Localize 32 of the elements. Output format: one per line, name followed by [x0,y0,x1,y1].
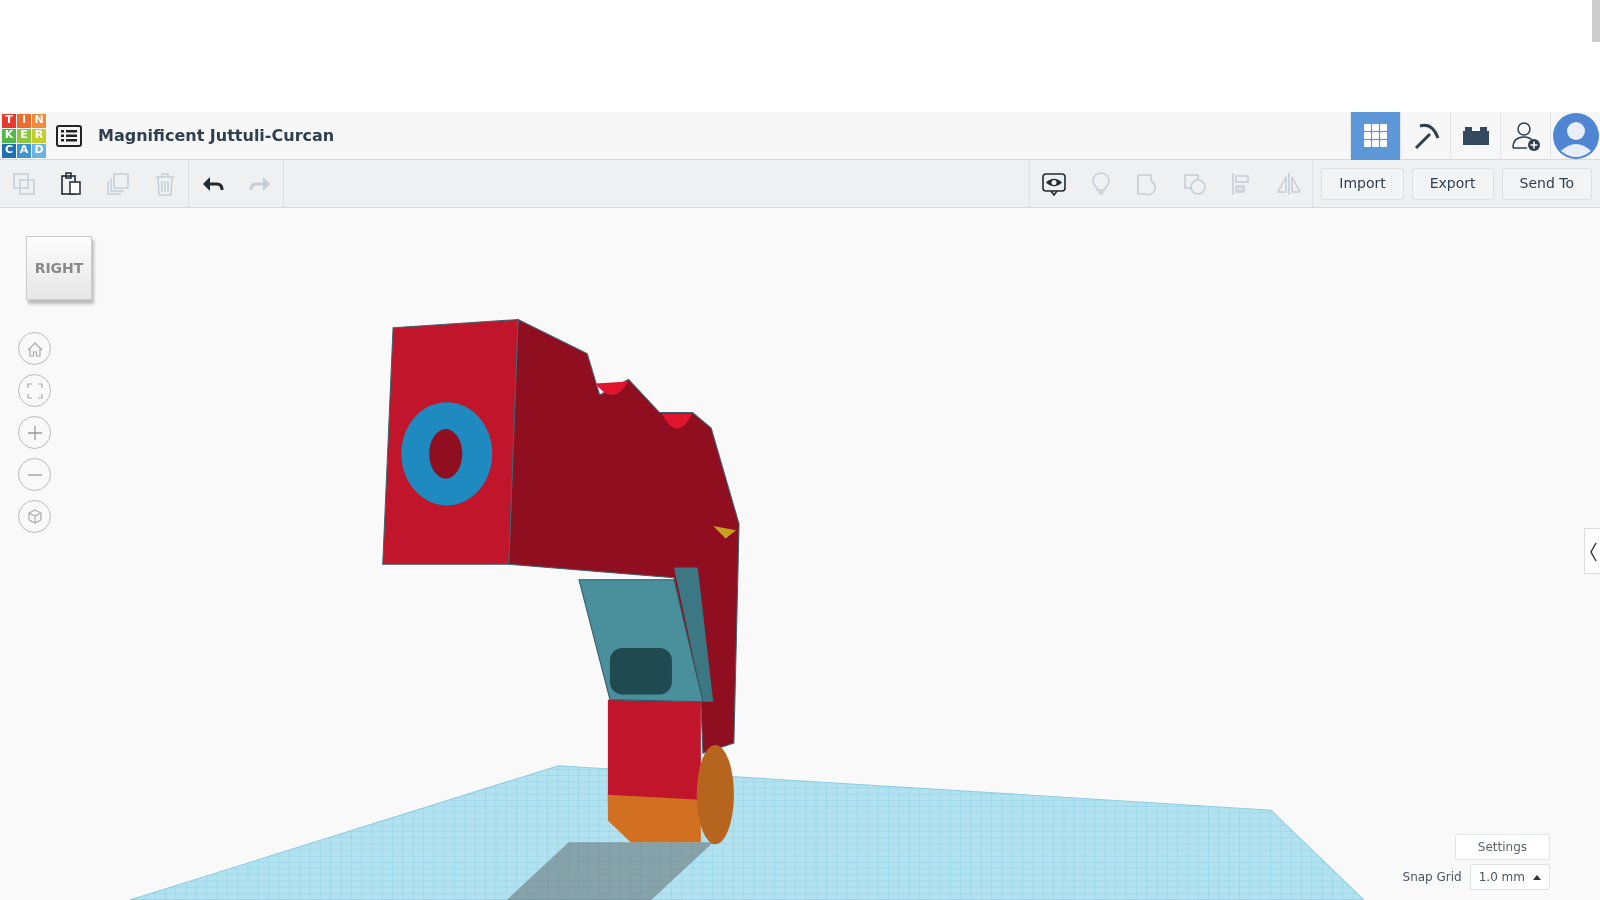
ungroup-icon [1182,172,1207,196]
logo[interactable]: T I N K E R C A D [2,113,46,158]
caret-up-icon [1533,875,1541,880]
send-to-button[interactable]: Send To [1501,167,1592,200]
zoom-in-button[interactable] [18,416,51,449]
snap-grid-dropdown[interactable]: 1.0 mm [1469,864,1550,890]
copy-icon [11,172,36,196]
chevron-left-icon [1588,541,1597,562]
snap-grid-label: Snap Grid [1402,869,1462,886]
grid-icon [1363,124,1388,148]
workplane-grid-drawing[interactable] [129,765,1366,900]
brick-icon [1461,126,1490,146]
eye-note-icon [1041,172,1066,196]
mirror-icon [1276,172,1301,196]
import-button[interactable]: Import [1321,167,1404,200]
export-button[interactable]: Export [1411,167,1494,200]
3d-viewport[interactable]: RIGHT Settings Snap Grid 1.0 mm [0,208,1600,900]
settings-button[interactable]: Settings [1454,834,1550,860]
3d-model-drawing[interactable] [382,318,740,845]
zoom-out-icon [27,473,42,476]
menu-list-icon[interactable] [56,124,82,147]
fit-view-icon [24,380,45,401]
design-title[interactable]: Magnificent Juttuli-Curcan [98,123,335,148]
duplicate-icon [105,172,130,196]
zoom-out-button[interactable] [18,458,51,491]
panel-collapse-tab[interactable] [1584,528,1600,574]
cube-view-button[interactable] [18,500,51,533]
home-button[interactable] [18,332,51,365]
add-user-icon [1509,120,1542,152]
scrollbar-thumb[interactable] [1592,0,1600,42]
clipboard-icon [58,172,83,196]
fit-view-button[interactable] [18,374,51,407]
